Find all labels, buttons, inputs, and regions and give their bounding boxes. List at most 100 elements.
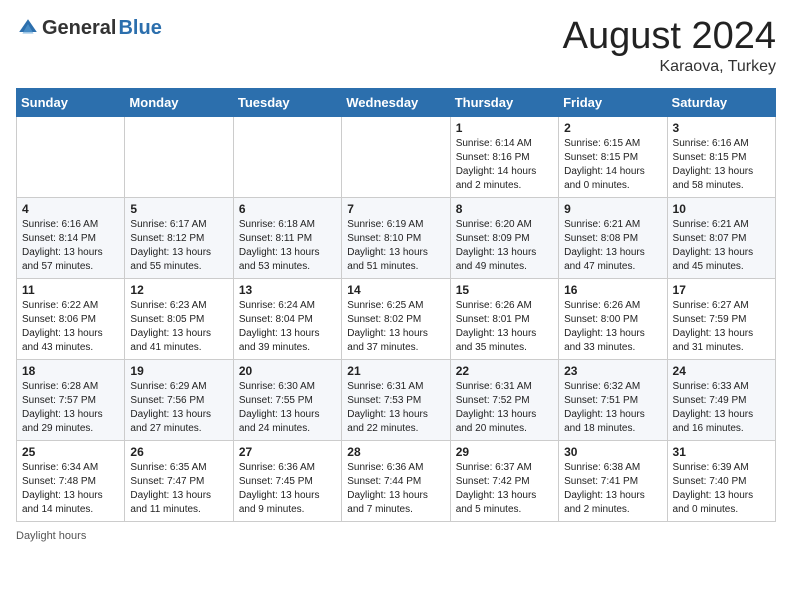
day-number: 20 bbox=[239, 364, 336, 378]
logo-icon bbox=[16, 16, 40, 40]
day-info: Sunrise: 6:23 AM Sunset: 8:05 PM Dayligh… bbox=[130, 299, 227, 355]
calendar-cell: 29Sunrise: 6:37 AM Sunset: 7:42 PM Dayli… bbox=[450, 440, 558, 521]
page-header: General Blue August 2024 Karaova, Turkey bbox=[16, 16, 776, 76]
calendar-cell: 15 Sunrise: 6:26 AM Sunset: 8:01 PM Dayli… bbox=[450, 278, 558, 359]
day-number: 4 bbox=[22, 202, 119, 216]
day-number: 8 bbox=[456, 202, 553, 216]
day-info: Sunrise: 6:14 AM Sunset: 8:16 PM Dayligh… bbox=[456, 137, 553, 193]
calendar-cell: 14 Sunrise: 6:25 AM Sunset: 8:02 PM Dayli… bbox=[342, 278, 450, 359]
calendar-cell: 17 Sunrise: 6:27 AM Sunset: 7:59 PM Dayli… bbox=[667, 278, 775, 359]
calendar-cell: 2 Sunrise: 6:15 AM Sunset: 8:15 PM Daylig… bbox=[559, 116, 667, 197]
calendar-cell: 12Sunrise: 6:23 AM Sunset: 8:05 PM Dayli… bbox=[125, 278, 233, 359]
column-header-wednesday: Wednesday bbox=[342, 88, 450, 116]
day-number: 28 bbox=[347, 445, 444, 459]
day-info: Sunrise: 6:31 AM Sunset: 7:53 PM Dayligh… bbox=[347, 380, 444, 436]
day-number: 5 bbox=[130, 202, 227, 216]
calendar-cell: 24Sunrise: 6:33 AM Sunset: 7:49 PM Dayli… bbox=[667, 359, 775, 440]
calendar-cell: 10 Sunrise: 6:21 AM Sunset: 8:07 PM Dayli… bbox=[667, 197, 775, 278]
day-info: Sunrise: 6:32 AM Sunset: 7:51 PM Dayligh… bbox=[564, 380, 661, 436]
calendar-week-row: 1 Sunrise: 6:14 AM Sunset: 8:16 PM Daylig… bbox=[17, 116, 776, 197]
calendar-cell: 18Sunrise: 6:28 AM Sunset: 7:57 PM Dayli… bbox=[17, 359, 125, 440]
column-header-tuesday: Tuesday bbox=[233, 88, 341, 116]
day-info: Sunrise: 6:25 AM Sunset: 8:02 PM Dayligh… bbox=[347, 299, 444, 355]
calendar-cell: 6Sunrise: 6:18 AM Sunset: 8:11 PM Daylig… bbox=[233, 197, 341, 278]
day-number: 29 bbox=[456, 445, 553, 459]
day-number: 27 bbox=[239, 445, 336, 459]
day-info: Sunrise: 6:27 AM Sunset: 7:59 PM Dayligh… bbox=[673, 299, 770, 355]
day-number: 21 bbox=[347, 364, 444, 378]
day-number: 23 bbox=[564, 364, 661, 378]
day-info: Sunrise: 6:29 AM Sunset: 7:56 PM Dayligh… bbox=[130, 380, 227, 436]
day-info: Sunrise: 6:26 AM Sunset: 8:01 PM Dayligh… bbox=[456, 299, 553, 355]
day-number: 1 bbox=[456, 121, 553, 135]
day-info: Sunrise: 6:15 AM Sunset: 8:15 PM Dayligh… bbox=[564, 137, 661, 193]
day-info: Sunrise: 6:33 AM Sunset: 7:49 PM Dayligh… bbox=[673, 380, 770, 436]
calendar-cell bbox=[125, 116, 233, 197]
day-number: 11 bbox=[22, 283, 119, 297]
calendar-cell: 8 Sunrise: 6:20 AM Sunset: 8:09 PM Daylig… bbox=[450, 197, 558, 278]
calendar-cell: 4 Sunrise: 6:16 AM Sunset: 8:14 PM Daylig… bbox=[17, 197, 125, 278]
calendar-week-row: 25Sunrise: 6:34 AM Sunset: 7:48 PM Dayli… bbox=[17, 440, 776, 521]
calendar-cell: 30 Sunrise: 6:38 AM Sunset: 7:41 PM Dayli… bbox=[559, 440, 667, 521]
footer-text: Daylight hours bbox=[16, 530, 86, 542]
calendar-table: SundayMondayTuesdayWednesdayThursdayFrid… bbox=[16, 88, 776, 522]
column-header-saturday: Saturday bbox=[667, 88, 775, 116]
day-number: 9 bbox=[564, 202, 661, 216]
calendar-cell: 28Sunrise: 6:36 AM Sunset: 7:44 PM Dayli… bbox=[342, 440, 450, 521]
title-block: August 2024 Karaova, Turkey bbox=[563, 16, 776, 76]
day-number: 31 bbox=[673, 445, 770, 459]
column-header-friday: Friday bbox=[559, 88, 667, 116]
day-info: Sunrise: 6:20 AM Sunset: 8:09 PM Dayligh… bbox=[456, 218, 553, 274]
day-info: Sunrise: 6:38 AM Sunset: 7:41 PM Dayligh… bbox=[564, 461, 661, 517]
location-label: Karaova, Turkey bbox=[563, 58, 776, 76]
calendar-cell: 1 Sunrise: 6:14 AM Sunset: 8:16 PM Daylig… bbox=[450, 116, 558, 197]
calendar-cell: 27 Sunrise: 6:36 AM Sunset: 7:45 PM Dayli… bbox=[233, 440, 341, 521]
day-number: 14 bbox=[347, 283, 444, 297]
calendar-cell: 3 Sunrise: 6:16 AM Sunset: 8:15 PM Daylig… bbox=[667, 116, 775, 197]
calendar-cell: 9Sunrise: 6:21 AM Sunset: 8:08 PM Daylig… bbox=[559, 197, 667, 278]
day-number: 13 bbox=[239, 283, 336, 297]
day-number: 17 bbox=[673, 283, 770, 297]
day-number: 6 bbox=[239, 202, 336, 216]
day-number: 10 bbox=[673, 202, 770, 216]
calendar-cell: 19Sunrise: 6:29 AM Sunset: 7:56 PM Dayli… bbox=[125, 359, 233, 440]
day-info: Sunrise: 6:24 AM Sunset: 8:04 PM Dayligh… bbox=[239, 299, 336, 355]
calendar-header-row: SundayMondayTuesdayWednesdayThursdayFrid… bbox=[17, 88, 776, 116]
calendar-cell: 25Sunrise: 6:34 AM Sunset: 7:48 PM Dayli… bbox=[17, 440, 125, 521]
column-header-thursday: Thursday bbox=[450, 88, 558, 116]
day-info: Sunrise: 6:35 AM Sunset: 7:47 PM Dayligh… bbox=[130, 461, 227, 517]
calendar-cell: 31 Sunrise: 6:39 AM Sunset: 7:40 PM Dayli… bbox=[667, 440, 775, 521]
calendar-cell: 26 Sunrise: 6:35 AM Sunset: 7:47 PM Dayli… bbox=[125, 440, 233, 521]
calendar-cell: 13 Sunrise: 6:24 AM Sunset: 8:04 PM Dayli… bbox=[233, 278, 341, 359]
day-number: 30 bbox=[564, 445, 661, 459]
day-info: Sunrise: 6:21 AM Sunset: 8:07 PM Dayligh… bbox=[673, 218, 770, 274]
calendar-cell: 11 Sunrise: 6:22 AM Sunset: 8:06 PM Dayli… bbox=[17, 278, 125, 359]
calendar-cell: 5 Sunrise: 6:17 AM Sunset: 8:12 PM Daylig… bbox=[125, 197, 233, 278]
day-info: Sunrise: 6:30 AM Sunset: 7:55 PM Dayligh… bbox=[239, 380, 336, 436]
day-number: 3 bbox=[673, 121, 770, 135]
day-info: Sunrise: 6:39 AM Sunset: 7:40 PM Dayligh… bbox=[673, 461, 770, 517]
column-header-monday: Monday bbox=[125, 88, 233, 116]
calendar-cell: 20 Sunrise: 6:30 AM Sunset: 7:55 PM Dayli… bbox=[233, 359, 341, 440]
calendar-cell bbox=[17, 116, 125, 197]
logo-general-text: General bbox=[42, 17, 116, 40]
calendar-cell: 7Sunrise: 6:19 AM Sunset: 8:10 PM Daylig… bbox=[342, 197, 450, 278]
day-number: 15 bbox=[456, 283, 553, 297]
calendar-cell bbox=[342, 116, 450, 197]
calendar-cell: 22Sunrise: 6:31 AM Sunset: 7:52 PM Dayli… bbox=[450, 359, 558, 440]
calendar-cell: 23 Sunrise: 6:32 AM Sunset: 7:51 PM Dayli… bbox=[559, 359, 667, 440]
logo-blue-text: Blue bbox=[118, 17, 161, 40]
day-info: Sunrise: 6:17 AM Sunset: 8:12 PM Dayligh… bbox=[130, 218, 227, 274]
day-number: 2 bbox=[564, 121, 661, 135]
calendar-cell: 16Sunrise: 6:26 AM Sunset: 8:00 PM Dayli… bbox=[559, 278, 667, 359]
day-number: 16 bbox=[564, 283, 661, 297]
calendar-cell bbox=[233, 116, 341, 197]
day-info: Sunrise: 6:16 AM Sunset: 8:14 PM Dayligh… bbox=[22, 218, 119, 274]
day-info: Sunrise: 6:36 AM Sunset: 7:45 PM Dayligh… bbox=[239, 461, 336, 517]
day-number: 26 bbox=[130, 445, 227, 459]
day-info: Sunrise: 6:31 AM Sunset: 7:52 PM Dayligh… bbox=[456, 380, 553, 436]
day-number: 7 bbox=[347, 202, 444, 216]
day-info: Sunrise: 6:22 AM Sunset: 8:06 PM Dayligh… bbox=[22, 299, 119, 355]
day-info: Sunrise: 6:16 AM Sunset: 8:15 PM Dayligh… bbox=[673, 137, 770, 193]
footer: Daylight hours bbox=[16, 530, 776, 542]
